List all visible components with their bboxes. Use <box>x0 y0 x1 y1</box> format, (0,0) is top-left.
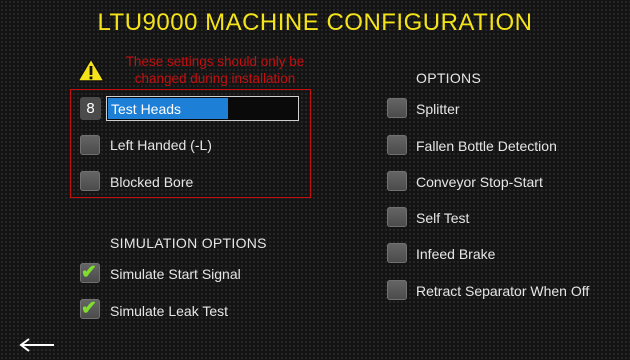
blocked-bore-checkbox[interactable] <box>80 171 100 191</box>
simulate-start-signal-label: Simulate Start Signal <box>110 266 241 282</box>
simulation-options-heading: SIMULATION OPTIONS <box>110 235 267 251</box>
checkmark-icon: ✔ <box>81 262 97 283</box>
left-handed-checkbox[interactable] <box>80 135 100 155</box>
back-arrow-icon[interactable] <box>18 338 56 352</box>
conveyor-stop-start-label: Conveyor Stop-Start <box>416 174 543 190</box>
page-title: LTU9000 MACHINE CONFIGURATION <box>97 9 533 36</box>
options-heading: OPTIONS <box>416 70 482 86</box>
infeed-brake-label: Infeed Brake <box>416 246 496 262</box>
warning-line-1: These settings should only be <box>125 54 305 69</box>
self-test-label: Self Test <box>416 210 470 226</box>
infeed-brake-checkbox[interactable] <box>387 243 407 263</box>
test-heads-field[interactable]: Test Heads <box>106 96 299 121</box>
fallen-bottle-detection-label: Fallen Bottle Detection <box>416 138 557 154</box>
warning-line-2: changed during installation <box>134 71 296 86</box>
simulate-start-signal-checkbox[interactable]: ✔ <box>80 263 100 283</box>
blocked-bore-label: Blocked Bore <box>110 174 194 190</box>
retract-separator-checkbox[interactable] <box>387 280 407 300</box>
splitter-label: Splitter <box>416 101 460 117</box>
left-handed-label: Left Handed (-L) <box>110 137 212 153</box>
test-heads-count[interactable]: 8 <box>80 97 101 120</box>
fallen-bottle-detection-checkbox[interactable] <box>387 135 407 155</box>
splitter-checkbox[interactable] <box>387 98 407 118</box>
retract-separator-label: Retract Separator When Off <box>416 283 590 299</box>
simulate-leak-test-checkbox[interactable]: ✔ <box>80 299 100 319</box>
conveyor-stop-start-checkbox[interactable] <box>387 171 407 191</box>
test-heads-label: Test Heads <box>111 101 182 117</box>
simulate-leak-test-label: Simulate Leak Test <box>110 303 229 319</box>
checkmark-icon: ✔ <box>81 298 97 319</box>
installation-warning: These settings should only be changed du… <box>100 53 330 87</box>
self-test-checkbox[interactable] <box>387 207 407 227</box>
